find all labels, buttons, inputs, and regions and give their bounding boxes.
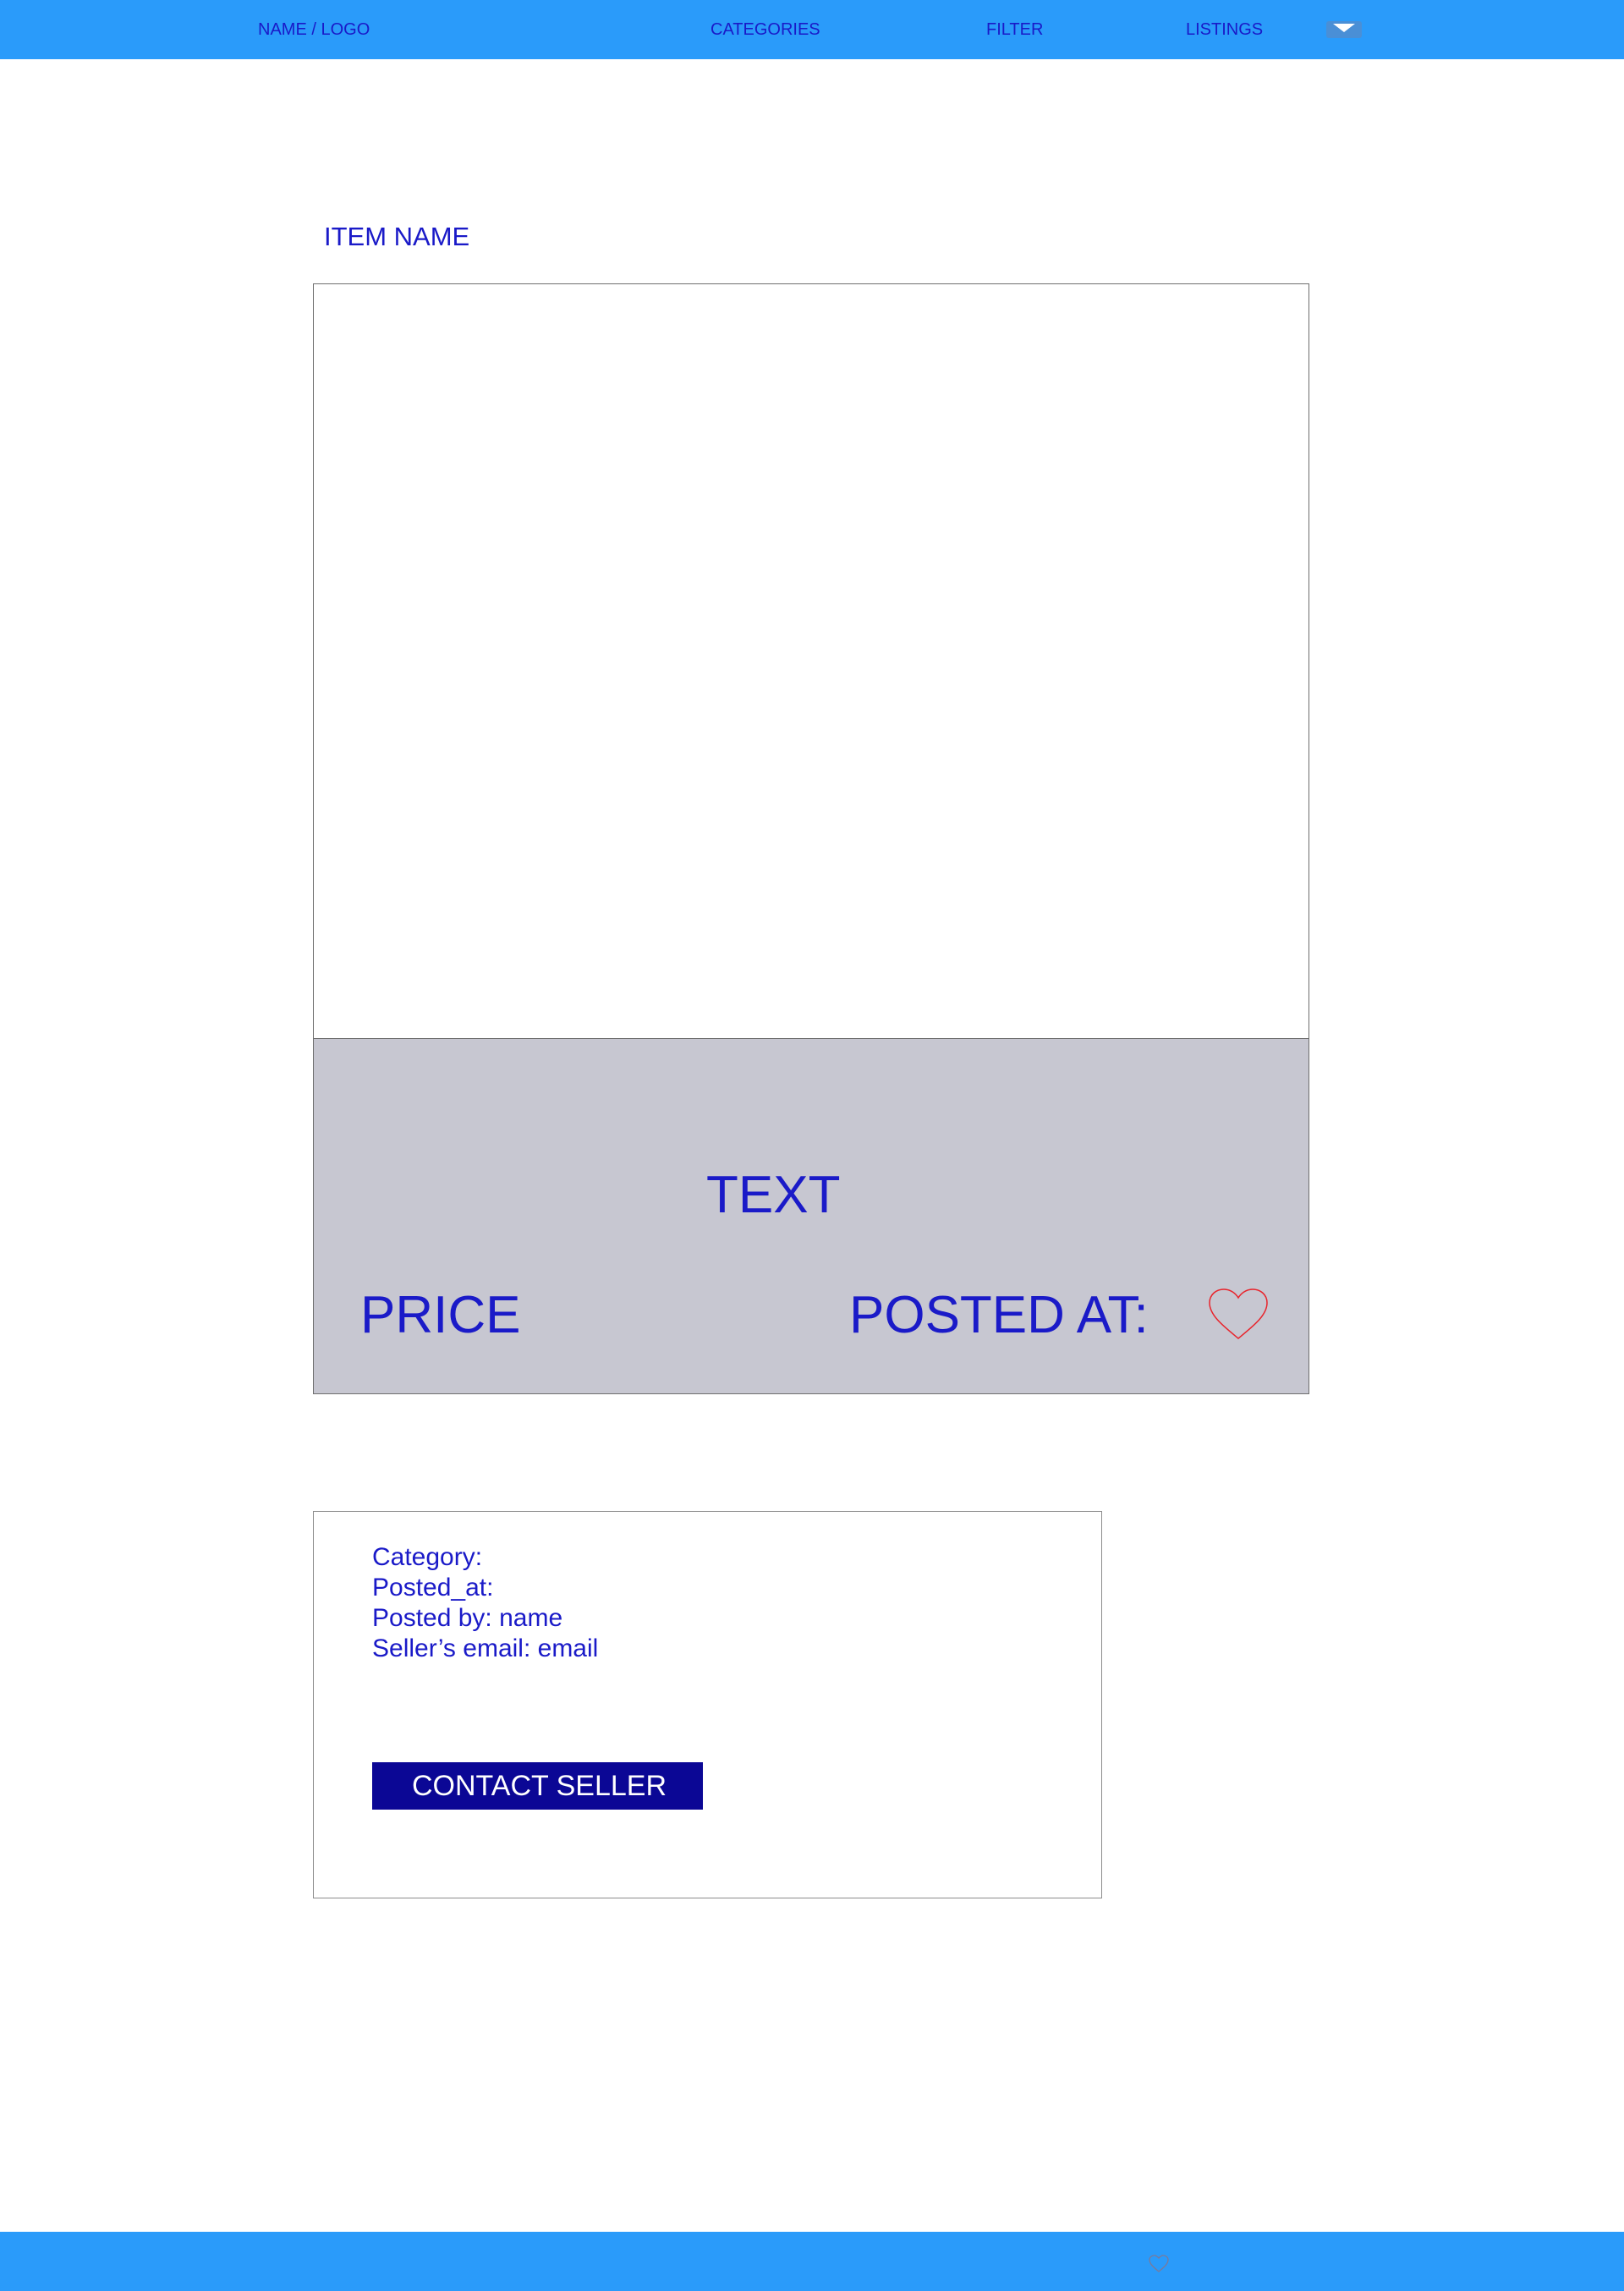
nav-logo-link[interactable]: NAME / LOGO [258,20,370,39]
detail-posted-at: Posted_at: [372,1574,494,1602]
contact-seller-button[interactable]: CONTACT SELLER [372,1762,703,1810]
nav-dropdown-button[interactable] [1326,21,1362,38]
nav-filter-link[interactable]: FILTER [986,20,1043,39]
page: NAME / LOGO CATEGORIES FILTER LISTINGS I… [0,0,1624,2291]
listing-card: TEXT PRICE POSTED AT: [313,283,1309,1394]
top-navigation-bar: NAME / LOGO CATEGORIES FILTER LISTINGS [0,0,1624,59]
heart-icon[interactable] [1149,2255,1169,2273]
item-posted-at: POSTED AT: [849,1286,1149,1344]
heart-icon[interactable] [1207,1288,1270,1342]
nav-listings-link[interactable]: LISTINGS [1186,20,1263,39]
detail-seller-email: Seller’s email: email [372,1634,599,1662]
chevron-down-icon [1333,24,1355,32]
seller-details-box: Category: Posted_at: Posted by: name Sel… [313,1511,1102,1898]
detail-category: Category: [372,1543,483,1571]
item-info-panel: TEXT PRICE POSTED AT: [314,1039,1309,1393]
nav-categories-link[interactable]: CATEGORIES [710,20,820,39]
item-name-heading: ITEM NAME [324,222,470,251]
detail-posted-by: Posted by: name [372,1604,563,1632]
item-price: PRICE [360,1286,521,1344]
item-description-text: TEXT [706,1166,841,1224]
bottom-bar [0,2232,1624,2291]
item-image-placeholder [314,284,1309,1039]
